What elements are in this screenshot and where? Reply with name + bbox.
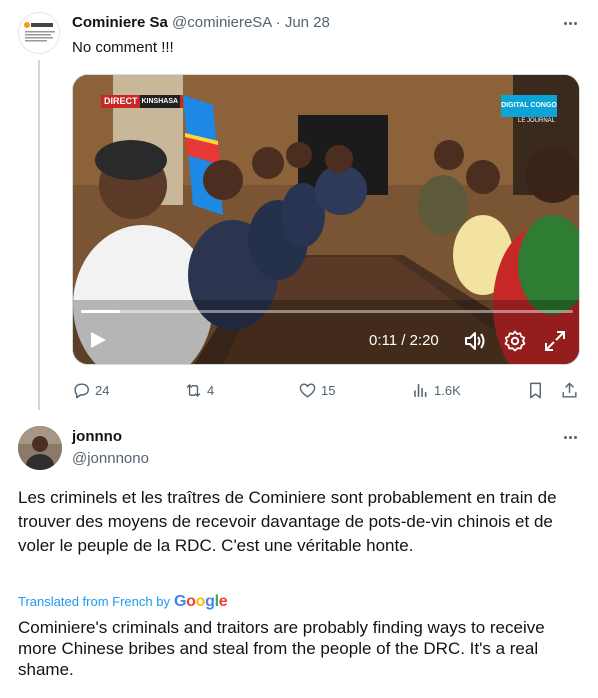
user-photo-icon: [18, 426, 62, 470]
original-tweet[interactable]: Cominiere Sa @cominiereSA · Jun 28 No co…: [0, 0, 598, 410]
reply-author-name[interactable]: jonnno: [72, 427, 122, 447]
share-icon: [562, 381, 577, 398]
like-count: 15: [321, 382, 336, 398]
tweet-date[interactable]: Jun 28: [285, 14, 330, 31]
tweet-header: Cominiere Sa @cominiereSA · Jun 28: [72, 13, 330, 33]
reply-button[interactable]: 24: [72, 378, 109, 402]
video-player[interactable]: DIRECT KINSHASA DIGITAL CONGO LE JOURNAL…: [72, 74, 580, 365]
live-badge-city: KINSHASA: [139, 95, 181, 108]
cominiere-logo-icon: [24, 22, 55, 42]
video-progress-bar[interactable]: [81, 310, 573, 313]
volume-icon[interactable]: [463, 330, 487, 352]
views-chart-icon: [414, 383, 427, 397]
retweet-count: 4: [207, 382, 215, 398]
play-icon[interactable]: [87, 329, 109, 351]
reply-more-options-button[interactable]: [559, 428, 581, 446]
thread-connector-line: [38, 60, 40, 410]
share-button[interactable]: [560, 378, 579, 402]
author-name[interactable]: Cominiere Sa: [72, 14, 168, 31]
video-frame: [73, 75, 579, 364]
more-options-button[interactable]: [559, 14, 581, 32]
author-avatar[interactable]: [18, 12, 60, 54]
bookmark-button[interactable]: [526, 378, 545, 402]
views-button[interactable]: 1.6K: [411, 378, 461, 402]
google-logo: Google: [173, 593, 228, 610]
bookmark-icon: [530, 382, 541, 398]
reply-icon: [74, 382, 89, 398]
live-badge: DIRECT KINSHASA: [101, 95, 184, 108]
tweet-action-bar: 24 4 15 1.6K: [72, 378, 582, 402]
like-button[interactable]: 15: [298, 378, 335, 402]
channel-logo: DIGITAL CONGO: [501, 95, 557, 117]
view-count: 1.6K: [434, 382, 461, 398]
reply-author-handle[interactable]: @jonnnono: [72, 449, 149, 469]
translated-text: Cominiere's criminals and traitors are p…: [18, 618, 545, 679]
translation-attribution[interactable]: Translated from French by Google: [18, 592, 228, 612]
live-badge-label: DIRECT: [104, 96, 138, 106]
video-progress-fill: [81, 310, 120, 313]
more-dots-icon: [559, 14, 581, 32]
reply-count: 24: [95, 382, 110, 398]
settings-icon[interactable]: [503, 329, 527, 353]
retweet-button[interactable]: 4: [184, 378, 214, 402]
header-separator: ·: [275, 14, 281, 31]
more-dots-icon: [559, 428, 581, 446]
fullscreen-icon[interactable]: [543, 329, 567, 353]
tweet-text: No comment !!!: [72, 39, 174, 56]
author-handle[interactable]: @cominiereSA: [172, 14, 271, 31]
reply-author-avatar[interactable]: [18, 426, 62, 470]
channel-sublabel: LE JOURNAL: [517, 118, 555, 124]
translation-label: Translated from French by: [18, 594, 170, 609]
retweet-icon: [186, 383, 201, 397]
video-time: 0:11 / 2:20: [369, 332, 439, 349]
reply-text: Les criminels et les traîtres de Cominie…: [18, 488, 557, 555]
heart-icon: [299, 382, 316, 398]
